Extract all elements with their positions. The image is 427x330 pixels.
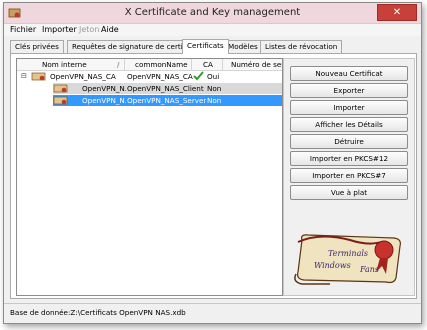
logo-text-1: Terminals [328,249,368,258]
column-numero-serie[interactable]: Numéro de seri [231,60,282,69]
column-commonname[interactable]: commonName [135,60,188,69]
tab-cles-privees[interactable]: Clés privées [10,40,64,53]
column-nom-interne[interactable]: Nom interne [42,60,87,69]
tab-revocation[interactable]: Listes de révocation [260,40,343,53]
column-ca[interactable]: CA [203,60,213,69]
menu-bar: Fichier Importer Jeton Aide [4,24,421,36]
certificate-tree[interactable]: Nom interne / commonName CA Numéro de se… [16,58,283,296]
title-bar[interactable]: X Certificate and Key management ✕ [4,3,421,24]
export-button[interactable]: Exporter [290,83,408,98]
window-title: X Certificate and Key management [124,7,301,18]
tree-row[interactable]: ⊟ OpenVPN_NAS_CA OpenVPN_NAS_CA Oui [17,71,282,82]
menu-importer[interactable]: Importer [42,25,77,34]
tab-modeles[interactable]: Modèles [223,40,263,53]
certificate-icon [31,72,46,81]
row-commonname: OpenVPN_NAS_Server [127,96,207,105]
show-details-button[interactable]: Afficher les Détails [290,117,408,132]
flat-view-button[interactable]: Vue à plat [290,185,408,200]
tab-bar: Clés privées Requêtes de signature de ce… [10,39,414,54]
check-icon [193,71,204,81]
row-ca: Non [207,84,222,93]
logo-text-3: Fans [359,265,379,274]
status-bar: Base de donnée:Z:\Certificats OpenVPN NA… [4,303,421,322]
column-divider[interactable] [191,59,192,70]
column-divider[interactable] [222,59,223,70]
row-commonname: OpenVPN_NAS_CA [127,72,193,81]
import-pkcs12-button[interactable]: Importer en PKCS#12 [290,151,408,166]
menu-fichier[interactable]: Fichier [10,25,36,34]
tab-certificats[interactable]: Certificats [182,39,229,54]
tree-row[interactable]: OpenVPN_N... OpenVPN_NAS_Client Non [53,83,282,94]
new-certificate-button[interactable]: Nouveau Certificat [290,66,408,81]
row-name: OpenVPN_NAS_CA [50,72,116,81]
row-name: OpenVPN_N... [82,96,126,105]
tree-row[interactable]: OpenVPN_N... OpenVPN_NAS_Server Non [53,95,282,106]
import-pkcs7-button[interactable]: Importer en PKCS#7 [290,168,408,183]
collapse-icon[interactable]: ⊟ [21,71,27,80]
import-button[interactable]: Importer [290,100,408,115]
row-ca: Non [207,96,222,105]
row-ca: Oui [207,72,220,81]
certificate-scroll-logo: Terminals Windows Fans [294,234,401,285]
row-name: OpenVPN_N... [82,84,126,93]
row-commonname: OpenVPN_NAS_Client [127,84,204,93]
sort-marker: / [117,60,120,69]
app-window: X Certificate and Key management ✕ Fichi… [3,2,422,324]
menu-aide[interactable]: Aide [101,25,119,34]
menu-jeton[interactable]: Jeton [79,25,99,34]
close-button[interactable]: ✕ [377,4,417,21]
action-panel: Nouveau Certificat Exporter Importer Aff… [283,58,415,296]
logo-text-2: Windows [314,261,351,270]
delete-button[interactable]: Détruire [290,134,408,149]
certificate-icon [53,96,68,105]
tree-header: Nom interne / commonName CA Numéro de se… [17,59,282,71]
column-divider[interactable] [124,59,125,70]
certificate-icon [53,84,68,93]
database-path: Base de donnée:Z:\Certificats OpenVPN NA… [10,308,186,317]
